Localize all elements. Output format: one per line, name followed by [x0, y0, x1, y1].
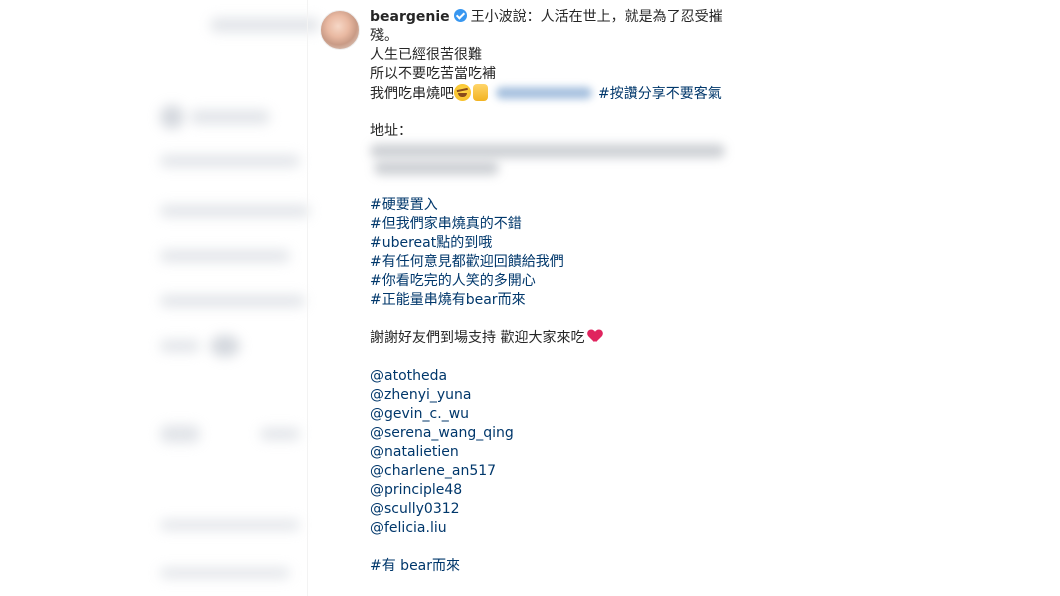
mention-link[interactable]: @atotheda — [370, 367, 740, 386]
blurred-text — [160, 250, 290, 262]
caption-wrap-line: 殘。 — [370, 28, 398, 44]
thanks-text: 謝謝好友們到場支持 歡迎大家來吃 — [370, 330, 585, 346]
address-label: 地址： — [370, 123, 412, 139]
mention-link[interactable]: @natalietien — [370, 443, 740, 462]
hashtag-like-share[interactable]: #按讚分享不要客氣 — [598, 86, 722, 102]
caption-body: beargenie 王小波說：人活在世上，就是為了忍受摧 殘。 人生已經很苦很難 … — [370, 8, 740, 576]
blurred-text — [160, 295, 305, 307]
blurred-text — [160, 520, 300, 530]
rolling-laugh-emoji-icon — [454, 84, 471, 101]
mention-link[interactable]: @felicia.liu — [370, 519, 740, 538]
blurred-comments-area — [150, 0, 320, 596]
blurred-avatar — [160, 105, 184, 129]
blurred-text — [260, 428, 300, 440]
blurred-address-line-2 — [374, 161, 499, 175]
hashtag-item[interactable]: #但我們家串燒真的不錯 — [370, 215, 740, 234]
hashtag-last[interactable]: #有 bear而來 — [370, 557, 740, 576]
caption-header-line: beargenie 王小波說：人活在世上，就是為了忍受摧 — [370, 8, 740, 27]
mention-link[interactable]: @principle48 — [370, 481, 740, 500]
thumbs-up-emoji-icon — [473, 84, 488, 101]
hashtag-item[interactable]: #正能量串燒有bear而來 — [370, 291, 740, 310]
mention-link[interactable]: @charlene_an517 — [370, 462, 740, 481]
caption-first-line: 王小波說：人活在世上，就是為了忍受摧 — [470, 9, 723, 25]
verified-badge-icon — [453, 9, 467, 22]
mention-link[interactable]: @serena_wang_qing — [370, 424, 740, 443]
blurred-address-line-1 — [370, 144, 725, 158]
mention-link[interactable]: @scully0312 — [370, 500, 740, 519]
caption-line-2: 所以不要吃苦當吃補 — [370, 66, 496, 82]
caption-line-1: 人生已經很苦很難 — [370, 47, 482, 63]
mention-link[interactable]: @gevin_c._wu — [370, 405, 740, 424]
username-link[interactable]: beargenie — [370, 9, 450, 25]
blurred-text — [160, 425, 200, 443]
thanks-line: 謝謝好友們到場支持 歡迎大家來吃 — [370, 329, 740, 348]
hashtag-item[interactable]: #ubereat點的到哦 — [370, 234, 740, 253]
blurred-text — [160, 568, 290, 578]
red-heart-icon — [588, 330, 602, 343]
instagram-post-screenshot: beargenie 王小波說：人活在世上，就是為了忍受摧 殘。 人生已經很苦很難 … — [0, 0, 1060, 596]
blurred-text — [160, 155, 300, 167]
hashtag-item[interactable]: #硬要置入 — [370, 196, 740, 215]
mention-link[interactable]: @zhenyi_yuna — [370, 386, 740, 405]
caption-line-3-text: 我們吃串燒吧 — [370, 86, 454, 102]
blurred-text — [210, 18, 320, 32]
column-divider — [307, 0, 308, 596]
blurred-text — [160, 340, 200, 352]
caption-line-3: 我們吃串燒吧 #按讚分享不要客氣 — [370, 84, 740, 103]
hashtag-item[interactable]: #有任何意見都歡迎回饋給我們 — [370, 253, 740, 272]
blurred-text — [160, 205, 310, 217]
user-avatar[interactable] — [320, 10, 360, 50]
blurred-mention-link[interactable] — [496, 87, 592, 99]
blurred-text — [190, 110, 270, 124]
hashtag-item[interactable]: #你看吃完的人笑的多開心 — [370, 272, 740, 291]
blurred-avatar — [210, 335, 240, 357]
